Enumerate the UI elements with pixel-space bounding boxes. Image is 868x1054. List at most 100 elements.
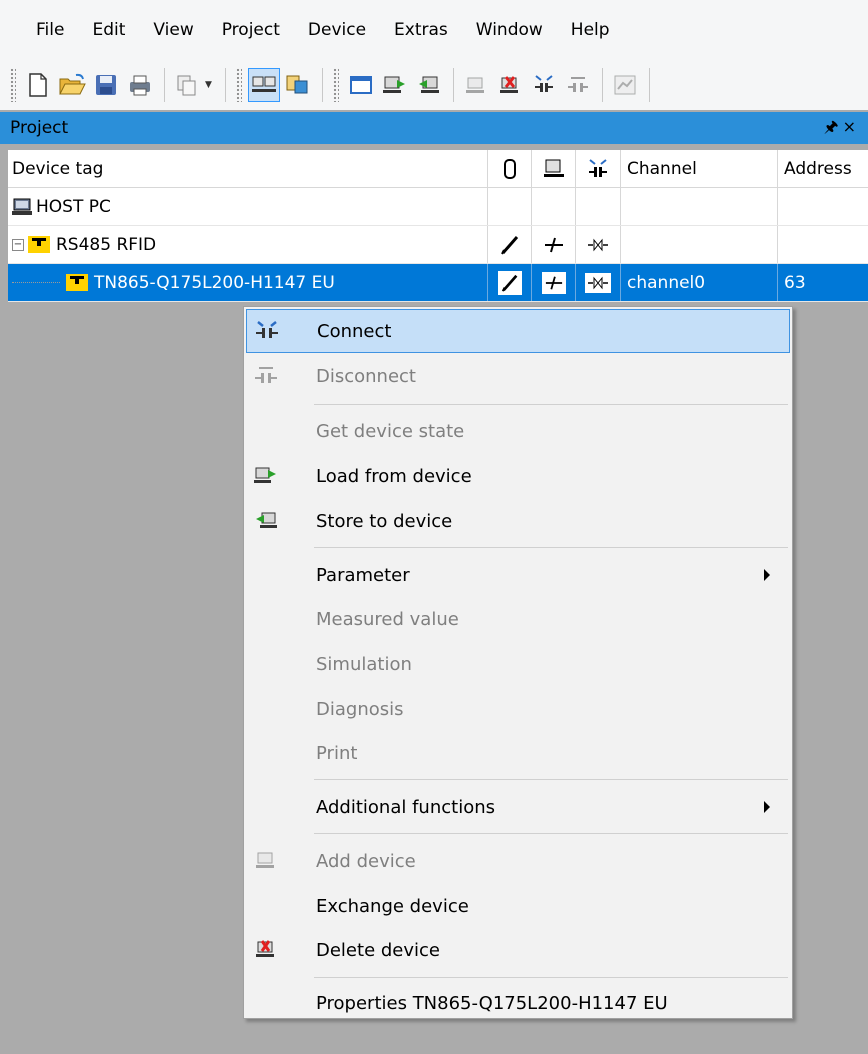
delete-device-icon bbox=[246, 939, 286, 961]
column-header-channel[interactable]: Channel bbox=[621, 150, 778, 187]
menu-file[interactable]: File bbox=[14, 0, 77, 60]
column-header-device-tag[interactable]: Device tag bbox=[8, 150, 488, 187]
row-device-tag: RS485 RFID bbox=[56, 234, 157, 255]
menu-extras[interactable]: Extras bbox=[379, 0, 461, 60]
tree-row-host-pc[interactable]: HOST PC bbox=[8, 188, 868, 226]
toolbar-separator bbox=[164, 68, 165, 102]
open-icon[interactable] bbox=[56, 68, 88, 102]
menu-item-load-from-device[interactable]: Load from device bbox=[246, 454, 790, 498]
menu-separator bbox=[314, 779, 788, 780]
menu-separator bbox=[314, 404, 788, 405]
copy-dropdown-icon[interactable]: ▼ bbox=[205, 80, 215, 90]
toolbar-grip[interactable] bbox=[10, 68, 16, 102]
window-icon[interactable] bbox=[345, 68, 377, 102]
menu-item-label: Properties TN865-Q175L200-H1147 EU bbox=[316, 992, 668, 1014]
menu-item-label: Simulation bbox=[316, 653, 412, 675]
menu-item-measured-value[interactable]: Measured value bbox=[246, 597, 790, 641]
delete-device-icon[interactable] bbox=[494, 68, 526, 102]
close-icon[interactable]: × bbox=[843, 117, 860, 136]
menu-item-properties[interactable]: Properties TN865-Q175L200-H1147 EU bbox=[246, 981, 790, 1025]
toolbar-separator bbox=[453, 68, 454, 102]
toolbar-separator bbox=[602, 68, 603, 102]
project-view-icon[interactable] bbox=[248, 68, 280, 102]
pin-icon[interactable]: 🖈 bbox=[824, 117, 843, 136]
menu-item-label: Print bbox=[316, 742, 358, 764]
row-channel bbox=[621, 188, 778, 225]
row-device-tag: TN865-Q175L200-H1147 EU bbox=[94, 272, 335, 293]
online-state-icon[interactable] bbox=[532, 264, 576, 301]
menu-item-get-device-state[interactable]: Get device state bbox=[246, 409, 790, 453]
add-device-icon[interactable] bbox=[460, 68, 492, 102]
device-context-menu: Connect Disconnect Get device state Load… bbox=[243, 306, 793, 1019]
host-pc-icon bbox=[12, 198, 32, 216]
row-device-tag: HOST PC bbox=[36, 196, 111, 217]
column-header-address[interactable]: Address bbox=[778, 150, 868, 187]
menu-item-label: Load from device bbox=[316, 465, 472, 487]
tree-row-tn865[interactable]: TN865-Q175L200-H1147 EU channel0 63 bbox=[8, 264, 868, 302]
print-icon[interactable] bbox=[124, 68, 156, 102]
menu-window[interactable]: Window bbox=[461, 0, 556, 60]
connection-state-icon[interactable] bbox=[576, 264, 621, 301]
menu-item-add-device[interactable]: Add device bbox=[246, 839, 790, 883]
menu-item-store-to-device[interactable]: Store to device bbox=[246, 499, 790, 543]
connect-icon[interactable] bbox=[528, 68, 560, 102]
row-channel bbox=[621, 226, 778, 263]
menu-item-exchange-device[interactable]: Exchange device bbox=[246, 884, 790, 928]
edit-pencil-icon[interactable] bbox=[488, 264, 532, 301]
submenu-arrow-icon bbox=[764, 801, 770, 813]
load-from-device-icon bbox=[246, 465, 286, 487]
catalog-icon[interactable] bbox=[282, 68, 314, 102]
menu-item-diagnosis[interactable]: Diagnosis bbox=[246, 687, 790, 731]
tree-row-rs485-rfid[interactable]: − RS485 RFID bbox=[8, 226, 868, 264]
new-icon[interactable] bbox=[22, 68, 54, 102]
menu-item-simulation[interactable]: Simulation bbox=[246, 642, 790, 686]
toolbar-separator bbox=[649, 68, 650, 102]
menu-item-label: Additional functions bbox=[316, 796, 495, 818]
toolbar-separator bbox=[225, 68, 226, 102]
grid-header: Device tag Channel Address bbox=[8, 150, 868, 188]
toolbar-grip[interactable] bbox=[333, 68, 339, 102]
menu-edit[interactable]: Edit bbox=[77, 0, 138, 60]
collapse-toggle-icon[interactable]: − bbox=[12, 238, 24, 251]
row-address: 63 bbox=[784, 272, 806, 293]
connect-icon bbox=[247, 319, 287, 343]
turck-device-icon bbox=[66, 274, 88, 291]
menu-device[interactable]: Device bbox=[293, 0, 379, 60]
menu-separator bbox=[314, 977, 788, 978]
store-icon[interactable] bbox=[413, 68, 445, 102]
menu-item-additional-functions[interactable]: Additional functions bbox=[246, 785, 790, 829]
load-icon[interactable] bbox=[379, 68, 411, 102]
menu-help[interactable]: Help bbox=[556, 0, 623, 60]
menu-item-label: Store to device bbox=[316, 510, 453, 532]
menu-item-label: Delete device bbox=[316, 939, 440, 961]
store-to-device-icon bbox=[246, 510, 286, 532]
measure-icon[interactable] bbox=[609, 68, 641, 102]
menu-item-parameter[interactable]: Parameter bbox=[246, 553, 790, 597]
menu-project[interactable]: Project bbox=[207, 0, 293, 60]
add-device-icon bbox=[246, 850, 286, 872]
save-icon[interactable] bbox=[90, 68, 122, 102]
toolbar: ▼ bbox=[0, 60, 868, 110]
menu-item-disconnect[interactable]: Disconnect bbox=[246, 354, 790, 398]
menu-view[interactable]: View bbox=[138, 0, 206, 60]
menu-item-connect[interactable]: Connect bbox=[246, 309, 790, 353]
disconnect-icon bbox=[246, 364, 286, 388]
edit-pencil-icon[interactable] bbox=[488, 226, 532, 263]
column-header-device-icon[interactable] bbox=[532, 150, 576, 187]
row-channel: channel0 bbox=[621, 264, 778, 301]
menu-item-delete-device[interactable]: Delete device bbox=[246, 928, 790, 972]
row-address bbox=[778, 188, 868, 225]
disconnect-icon[interactable] bbox=[562, 68, 594, 102]
copy-icon[interactable] bbox=[171, 68, 203, 102]
menu-item-print[interactable]: Print bbox=[246, 731, 790, 775]
menu-bar: File Edit View Project Device Extras Win… bbox=[0, 0, 868, 60]
online-state-icon[interactable] bbox=[532, 226, 576, 263]
menu-item-label: Connect bbox=[317, 320, 392, 342]
tree-connector-line bbox=[12, 282, 60, 283]
menu-item-label: Get device state bbox=[316, 420, 465, 442]
connection-state-icon[interactable] bbox=[576, 226, 621, 263]
menu-item-label: Disconnect bbox=[316, 365, 416, 387]
column-header-memory-icon[interactable] bbox=[488, 150, 532, 187]
column-header-connection-icon[interactable] bbox=[576, 150, 621, 187]
toolbar-grip[interactable] bbox=[236, 68, 242, 102]
